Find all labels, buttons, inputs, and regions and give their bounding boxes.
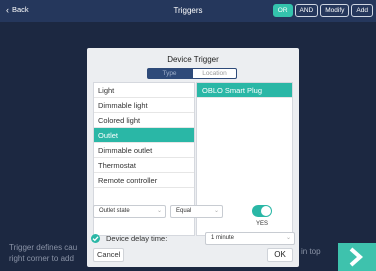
delay-select[interactable]: 1 minute ⌄ [205, 232, 295, 245]
modify-button[interactable]: Modify [320, 4, 350, 17]
check-icon [92, 236, 99, 242]
operator-select-value: Equal [176, 208, 192, 214]
toggle-knob [261, 206, 271, 216]
dialog-title: Device Trigger [167, 55, 219, 64]
device-item-selected[interactable]: OBLO Smart Plug [197, 83, 292, 98]
list-item[interactable]: Thermostat [94, 158, 194, 173]
or-button[interactable]: OR [272, 4, 293, 17]
background-hint-right: in top [301, 247, 321, 256]
delay-label: Device delay time: [106, 234, 168, 243]
ok-button[interactable]: OK [267, 248, 293, 262]
top-bar: ‹ Back Triggers OR AND Modify Add [0, 0, 376, 22]
chevron-down-icon: ⌄ [156, 208, 162, 214]
state-select[interactable]: Outlet state ⌄ [93, 205, 166, 218]
value-toggle[interactable] [252, 205, 272, 217]
device-trigger-dialog: Device Trigger Type Location Light Dimma… [87, 48, 299, 267]
tab-type[interactable]: Type [147, 68, 192, 79]
chevron-down-icon: ⌄ [213, 208, 219, 214]
header-buttons: OR AND Modify Add [272, 4, 373, 17]
list-item-selected[interactable]: Outlet [94, 128, 194, 143]
and-button[interactable]: AND [294, 4, 319, 17]
next-button[interactable] [338, 243, 376, 271]
list-item[interactable]: Dimmable light [94, 98, 194, 113]
tab-location[interactable]: Location [192, 68, 237, 79]
chevron-down-icon: ⌄ [285, 235, 291, 241]
delay-select-value: 1 minute [211, 235, 235, 241]
cancel-button[interactable]: Cancel [93, 248, 125, 262]
add-button[interactable]: Add [351, 4, 373, 17]
tab-switcher: Type Location [147, 68, 237, 79]
state-select-value: Outlet state [99, 208, 130, 214]
delay-checkbox[interactable] [91, 234, 100, 243]
operator-select[interactable]: Equal ⌄ [170, 205, 223, 218]
list-item[interactable]: Remote controller [94, 173, 194, 188]
list-item[interactable]: Colored light [94, 113, 194, 128]
list-item[interactable]: Dimmable outlet [94, 143, 194, 158]
toggle-label: YES [256, 221, 269, 227]
chevron-right-icon [349, 247, 364, 267]
list-item[interactable]: Light [94, 83, 194, 98]
